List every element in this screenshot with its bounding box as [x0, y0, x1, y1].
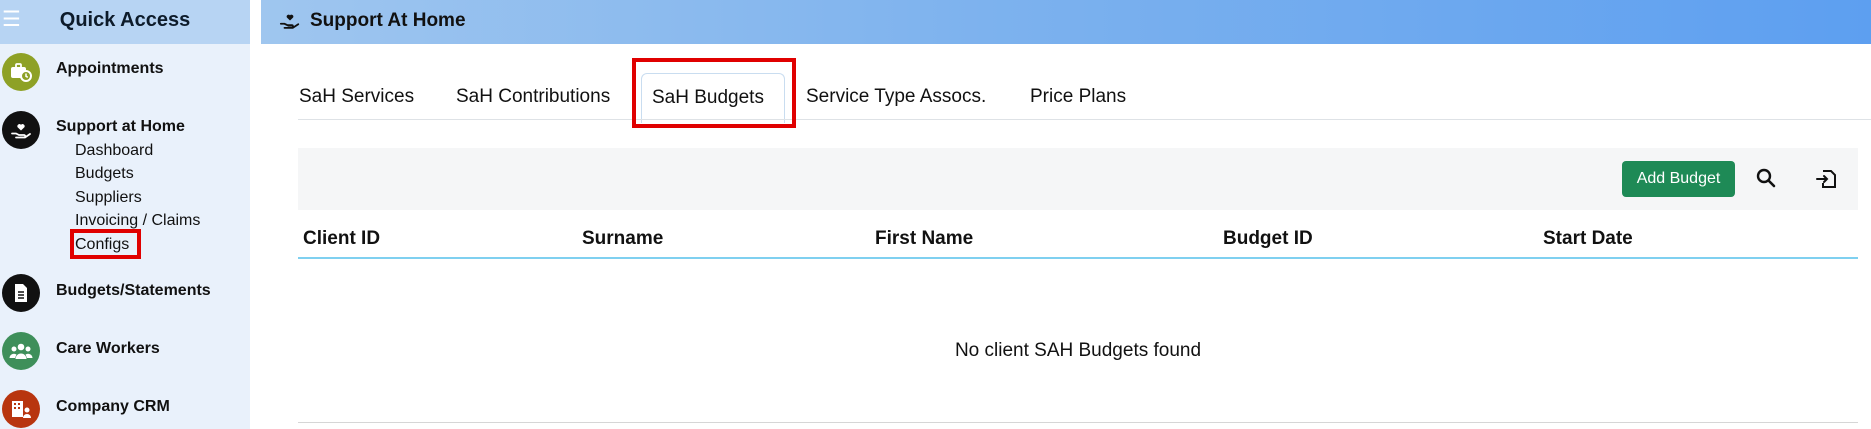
search-icon[interactable]: [1756, 168, 1776, 193]
sidebar-subitem-suppliers[interactable]: Suppliers: [75, 189, 142, 207]
page-header: Support At Home: [261, 0, 1871, 44]
column-header-first-name[interactable]: First Name: [875, 228, 973, 250]
column-header-surname[interactable]: Surname: [582, 228, 663, 250]
sidebar-header: ☰ Quick Access: [0, 0, 250, 44]
tab-sah-services[interactable]: SaH Services: [299, 86, 414, 108]
sidebar-subitem-dashboard[interactable]: Dashboard: [75, 142, 153, 160]
people-group-icon[interactable]: [2, 332, 40, 370]
tab-price-plans[interactable]: Price Plans: [1030, 86, 1126, 108]
sidebar-item-company-crm[interactable]: Company CRM: [56, 398, 170, 416]
sidebar-subitem-invoicing-claims[interactable]: Invoicing / Claims: [75, 212, 200, 230]
sidebar-item-care-workers[interactable]: Care Workers: [56, 340, 160, 358]
document-icon[interactable]: [2, 274, 40, 312]
table-bottom-divider: [298, 422, 1858, 423]
toolbar: Add Budget: [298, 148, 1858, 210]
column-header-budget-id[interactable]: Budget ID: [1223, 228, 1313, 250]
tabs-divider: [298, 119, 1871, 120]
column-header-start-date[interactable]: Start Date: [1543, 228, 1633, 250]
sidebar-item-support-at-home[interactable]: Support at Home: [56, 118, 185, 136]
export-icon[interactable]: [1815, 168, 1837, 195]
heart-hand-icon: [278, 10, 302, 37]
sidebar-subitem-budgets[interactable]: Budgets: [75, 165, 134, 183]
configs-highlight: [70, 229, 141, 259]
sidebar: ☰ Quick Access Appointments Support at H…: [0, 0, 250, 429]
calendar-briefcase-icon[interactable]: [2, 53, 40, 91]
sah-budgets-highlight: [632, 58, 796, 128]
empty-table-message: No client SAH Budgets found: [954, 340, 1202, 361]
sidebar-item-budgets-statements[interactable]: Budgets/Statements: [56, 282, 211, 300]
building-person-icon[interactable]: [2, 390, 40, 428]
heart-hand-icon[interactable]: [2, 111, 40, 149]
tab-sah-contributions[interactable]: SaH Contributions: [456, 86, 610, 108]
page-title: Support At Home: [310, 10, 466, 31]
sidebar-item-appointments[interactable]: Appointments: [56, 60, 164, 78]
tab-service-type-assocs[interactable]: Service Type Assocs.: [806, 86, 986, 108]
table-header-divider: [298, 257, 1858, 259]
column-header-client-id[interactable]: Client ID: [303, 228, 380, 250]
sidebar-title: Quick Access: [59, 9, 191, 31]
add-budget-button[interactable]: Add Budget: [1622, 161, 1735, 197]
